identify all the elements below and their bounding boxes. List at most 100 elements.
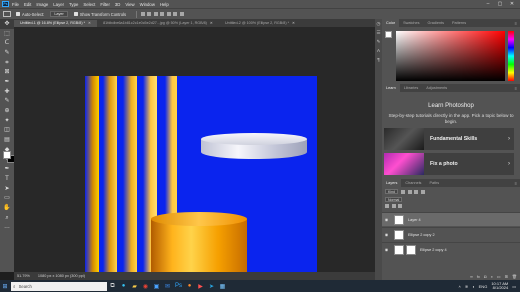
more-icon[interactable]: …: [0, 222, 14, 232]
lock-all-icon[interactable]: [398, 204, 402, 208]
lock-pixels-icon[interactable]: [385, 204, 389, 208]
lasso-icon[interactable]: ᑕ: [0, 38, 14, 48]
tab-paths[interactable]: Paths: [425, 179, 443, 187]
menu-filter[interactable]: Filter: [100, 2, 110, 7]
more-options-icon[interactable]: [179, 12, 184, 16]
adjustment-layer-icon[interactable]: ◑: [490, 274, 492, 279]
layer-row[interactable]: ◉ Ellipse 2 copy 2: [382, 227, 520, 241]
chrome-icon[interactable]: ◉: [140, 280, 151, 292]
new-layer-icon[interactable]: ⊞: [505, 274, 508, 279]
tab-patterns[interactable]: Patterns: [448, 19, 470, 27]
color-picker-field[interactable]: [396, 31, 505, 81]
quick-select-icon[interactable]: ✎: [0, 48, 14, 58]
clock[interactable]: 10:17 AM 8/1/2024: [491, 281, 508, 291]
menu-image[interactable]: Image: [36, 2, 48, 7]
align-top-icon[interactable]: [160, 12, 165, 16]
tab-jpg-image[interactable]: 81fdbdbe6a1b81c2c1e0c5e2d27...jpg @ 50% …: [97, 20, 220, 27]
filter-type-icon[interactable]: [414, 189, 419, 194]
minimize-icon[interactable]: –: [482, 1, 494, 7]
frame-icon[interactable]: ⊠: [0, 67, 14, 77]
file-explorer-icon[interactable]: ▰: [129, 280, 140, 292]
stamp-icon[interactable]: ⊕: [0, 106, 14, 116]
photos-icon[interactable]: ▦: [217, 280, 228, 292]
panel-menu-icon[interactable]: ≡: [515, 181, 520, 186]
photoshop-taskbar-icon[interactable]: Ps: [173, 280, 184, 292]
eyedropper-icon[interactable]: ✒: [0, 77, 14, 87]
character-panel-icon[interactable]: A: [375, 46, 382, 55]
tab-untitled-1[interactable]: Untitled-1 @ 16.8% (Ellipse 2, RGB/8) * ✕: [14, 20, 98, 27]
learn-card-fix-photo[interactable]: Fix a photo ›: [384, 153, 514, 175]
panel-menu-icon[interactable]: ≡: [515, 21, 520, 26]
menu-3d[interactable]: 3D: [115, 2, 121, 7]
filter-pixel-icon[interactable]: [401, 189, 406, 194]
filter-shape-icon[interactable]: [420, 189, 425, 194]
tab-gradients[interactable]: Gradients: [424, 19, 448, 27]
close-icon[interactable]: ✕: [506, 1, 518, 7]
type-icon[interactable]: T: [0, 174, 14, 184]
align-center-icon[interactable]: [147, 12, 152, 16]
mail-icon[interactable]: ✉: [162, 280, 173, 292]
media-icon[interactable]: ▶: [195, 280, 206, 292]
delete-layer-icon[interactable]: 🗑: [512, 274, 517, 279]
maximize-icon[interactable]: ▢: [494, 1, 506, 7]
tab-color[interactable]: Color: [382, 19, 400, 27]
brush-icon[interactable]: ✎: [0, 97, 14, 107]
language-indicator[interactable]: ENG: [479, 284, 488, 289]
menu-file[interactable]: File: [12, 2, 19, 7]
align-left-icon[interactable]: [140, 12, 145, 16]
edge-icon[interactable]: ●: [118, 280, 129, 292]
workspace[interactable]: ✋: [14, 27, 375, 292]
transform-controls-checkbox[interactable]: [73, 12, 78, 16]
document-canvas[interactable]: [85, 76, 317, 292]
firefox-icon[interactable]: ●: [184, 280, 195, 292]
notifications-icon[interactable]: ▭: [512, 284, 516, 289]
move-icon[interactable]: ✥: [0, 19, 14, 29]
properties-panel-icon[interactable]: ☰: [375, 28, 382, 37]
tab-channels[interactable]: Channels: [401, 179, 425, 187]
layer-kind-filter[interactable]: Kind: [385, 189, 399, 194]
layer-name[interactable]: Ellipse 2 copy 4: [420, 248, 447, 252]
task-view-icon[interactable]: ⧉: [107, 280, 118, 292]
add-mask-icon[interactable]: ◘: [484, 274, 486, 279]
tab-libraries[interactable]: Libraries: [400, 84, 423, 92]
align-bottom-icon[interactable]: [173, 12, 178, 16]
layer-name[interactable]: Ellipse 2 copy 2: [408, 233, 435, 237]
chevron-up-icon[interactable]: ˄: [459, 284, 461, 289]
layer-name[interactable]: Layer 4: [408, 218, 421, 222]
paragraph-panel-icon[interactable]: ¶: [375, 55, 382, 64]
visibility-eye-icon[interactable]: ◉: [383, 217, 390, 222]
ellipse-shape[interactable]: [201, 133, 307, 159]
tab-adjustments[interactable]: Adjustments: [422, 84, 451, 92]
move-tool-preset-icon[interactable]: [3, 11, 11, 17]
layer-style-icon[interactable]: fx: [477, 274, 480, 279]
menu-help[interactable]: Help: [160, 2, 169, 7]
healing-icon[interactable]: ✚: [0, 87, 14, 97]
align-middle-icon[interactable]: [166, 12, 171, 16]
wifi-icon[interactable]: ≋: [465, 284, 468, 289]
telegram-icon[interactable]: ➤: [206, 280, 217, 292]
brush-panel-icon[interactable]: ✎: [375, 37, 382, 46]
path-select-icon[interactable]: ➤: [0, 184, 14, 194]
windows-start-icon[interactable]: ⊞: [0, 280, 10, 292]
new-group-icon[interactable]: ▭: [497, 274, 501, 279]
layer-row[interactable]: ◉ Ellipse 2 copy 4: [382, 242, 520, 256]
zoom-level[interactable]: 51.79%: [17, 274, 30, 278]
volume-icon[interactable]: ◖: [472, 284, 474, 289]
learn-card-fundamental-skills[interactable]: Fundamental Skills ›: [384, 128, 514, 150]
menu-type[interactable]: Type: [69, 2, 78, 7]
menu-layer[interactable]: Layer: [53, 2, 64, 7]
close-tab-icon[interactable]: ✕: [88, 21, 91, 25]
link-layers-icon[interactable]: ∞: [470, 274, 473, 279]
blend-mode-dropdown[interactable]: Normal: [385, 197, 403, 202]
store-icon[interactable]: ▣: [151, 280, 162, 292]
auto-select-dropdown[interactable]: Layer: [50, 11, 68, 17]
close-tab-icon[interactable]: ✕: [210, 21, 213, 25]
history-brush-icon[interactable]: ✦: [0, 116, 14, 126]
zoom-icon[interactable]: ⌕: [0, 213, 14, 223]
eraser-icon[interactable]: ◫: [0, 126, 14, 136]
tab-untitled-2[interactable]: Untitled-2 @ 100% (Ellipse 2, RGB/8) * ✕: [219, 20, 302, 27]
layer-row[interactable]: ◉ Layer 4: [382, 212, 520, 226]
foreground-color-swatch[interactable]: [3, 151, 11, 159]
rectangle-icon[interactable]: ▭: [0, 193, 14, 203]
hand-icon[interactable]: ✋: [0, 203, 14, 213]
